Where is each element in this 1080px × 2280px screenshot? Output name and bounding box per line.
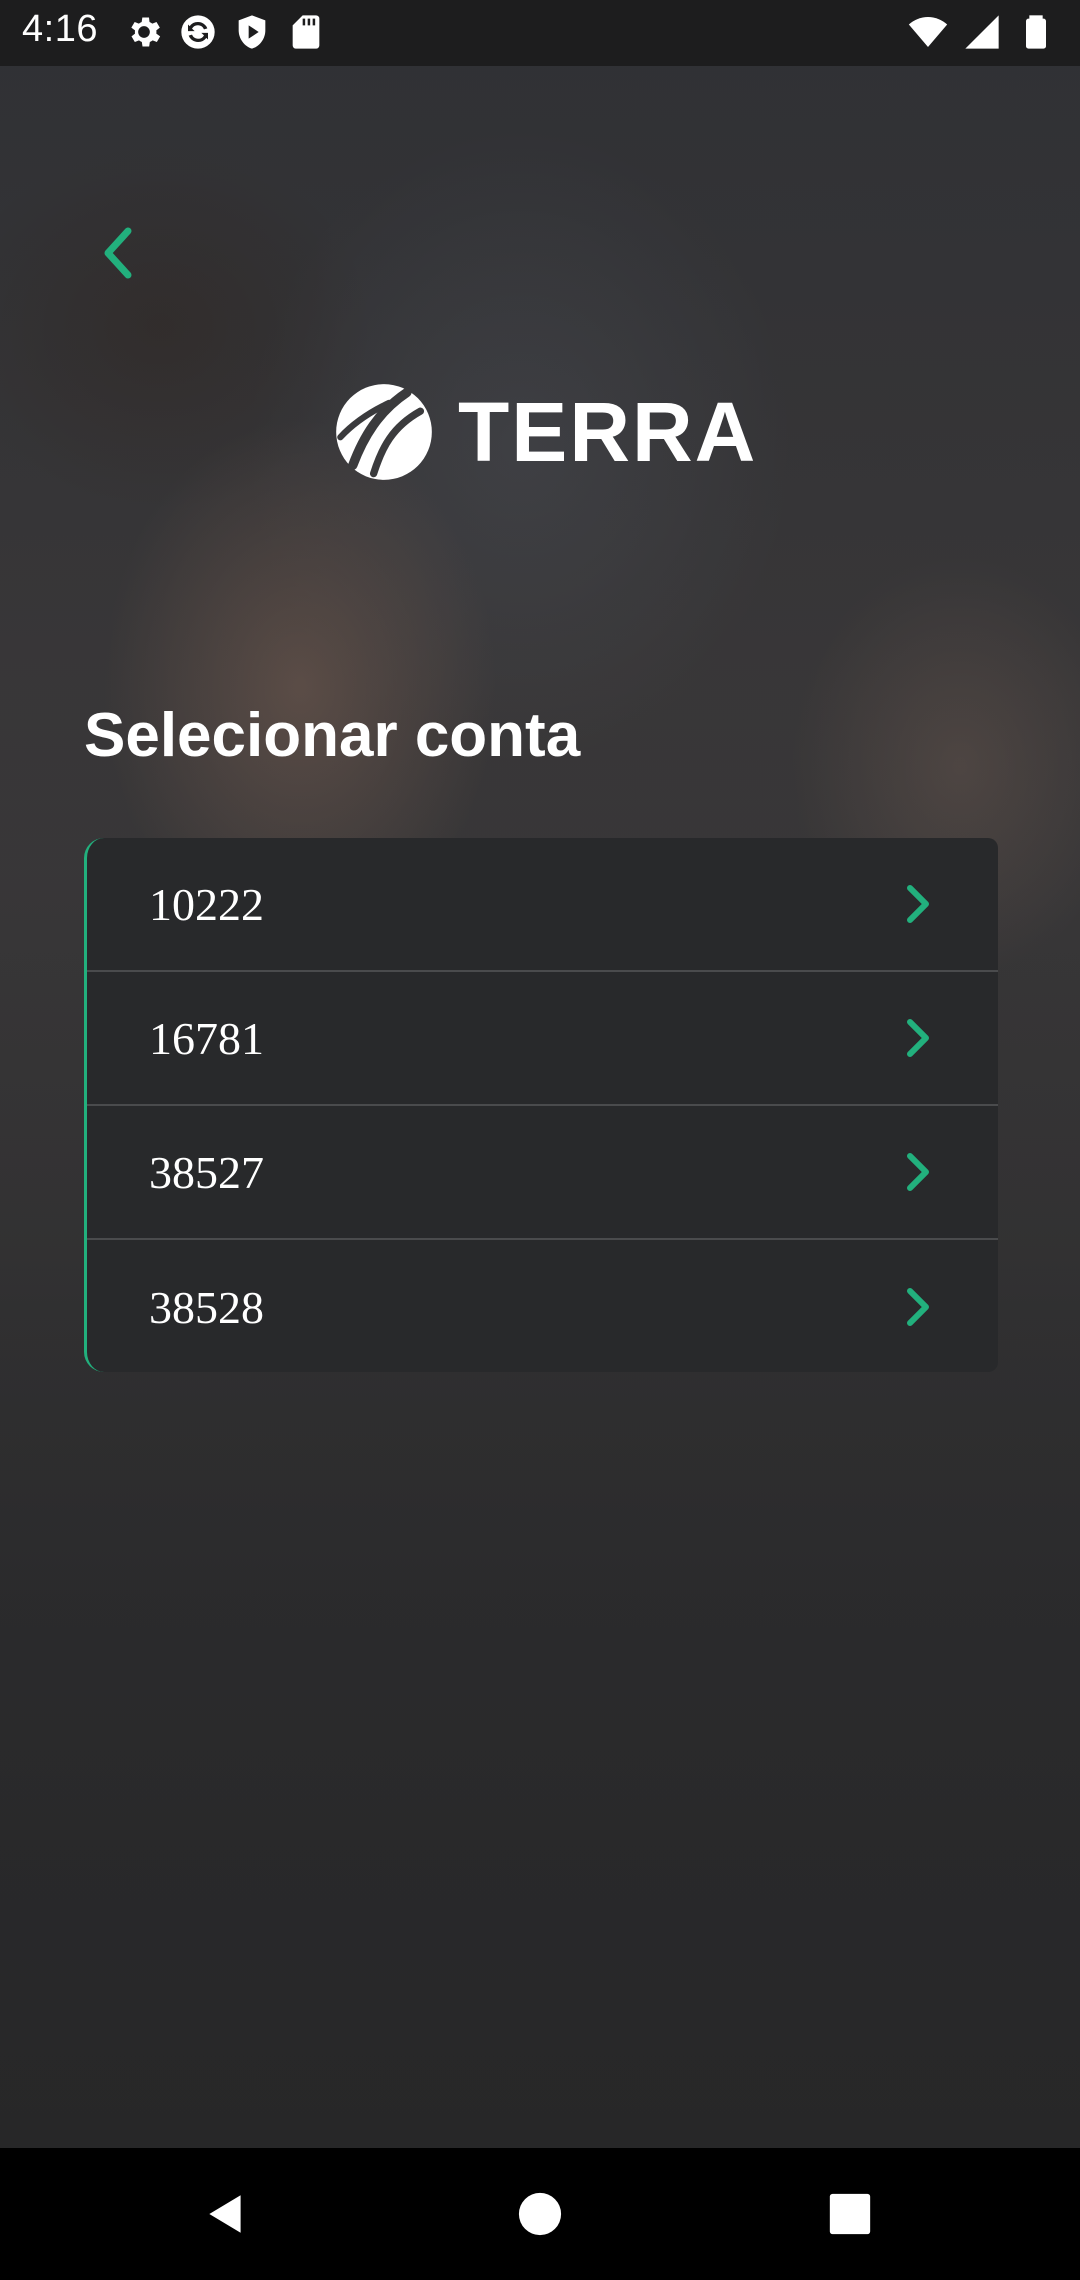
- status-icons-right: [908, 12, 1056, 52]
- terra-logo: TERRA: [332, 380, 757, 484]
- nav-back-button[interactable]: [188, 2176, 264, 2252]
- chevron-right-icon: [907, 1019, 929, 1057]
- account-item[interactable]: 16781: [87, 972, 998, 1106]
- triangle-back-icon: [209, 2195, 241, 2233]
- logo-text: TERRA: [458, 384, 758, 479]
- navigation-bar: [0, 2148, 1080, 2280]
- signal-icon: [965, 15, 999, 49]
- sd-card-icon: [292, 15, 320, 49]
- account-item[interactable]: 38527: [87, 1106, 998, 1240]
- nav-home-button[interactable]: [502, 2176, 578, 2252]
- chevron-right-icon: [907, 885, 929, 923]
- screen: 4:16 TERRA Selecionar conta 10222 16781 …: [0, 0, 1080, 2280]
- chevron-left-icon: [104, 227, 132, 279]
- terra-logo-mark-icon: [336, 384, 432, 480]
- circle-home-icon: [518, 2192, 562, 2236]
- status-bar: 4:16: [0, 0, 1080, 66]
- account-number: 38527: [149, 1146, 264, 1198]
- shield-icon: [238, 15, 266, 49]
- account-number: 16781: [149, 1012, 264, 1064]
- battery-icon: [1026, 15, 1046, 49]
- back-button[interactable]: [88, 218, 148, 288]
- account-item[interactable]: 38528: [87, 1240, 998, 1372]
- settings-icon: [131, 17, 161, 47]
- account-list: 10222 16781 38527 38528: [84, 838, 998, 1372]
- nav-recents-button[interactable]: [812, 2176, 888, 2252]
- account-number: 38528: [149, 1281, 264, 1333]
- account-number: 10222: [149, 878, 264, 930]
- page-title: Selecionar conta: [84, 701, 581, 770]
- sync-icon: [181, 15, 215, 49]
- square-recents-icon: [829, 2193, 871, 2235]
- status-icons-left: [124, 12, 326, 52]
- status-time: 4:16: [22, 8, 98, 50]
- chevron-right-icon: [907, 1288, 929, 1326]
- account-item[interactable]: 10222: [87, 838, 998, 972]
- wifi-icon: [908, 17, 948, 47]
- chevron-right-icon: [907, 1153, 929, 1191]
